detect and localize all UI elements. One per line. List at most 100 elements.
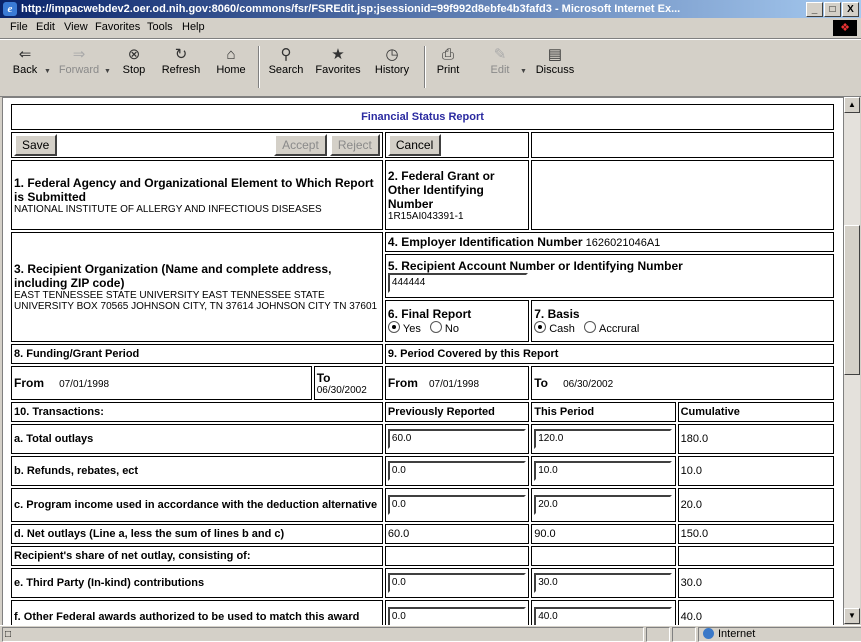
funding-to-value: 06/30/2002 — [316, 384, 367, 396]
back-dropdown-icon[interactable]: ▼ — [44, 68, 51, 75]
row-a-prev-input[interactable]: 60.0 — [387, 429, 526, 449]
page-content: Financial Status Report Save Accept Reje… — [2, 97, 844, 626]
box3-label: 3. Recipient Organization (Name and comp… — [14, 262, 332, 290]
forward-arrow-icon: ⇒ — [72, 46, 86, 63]
close-button[interactable]: X — [842, 2, 859, 17]
vertical-scrollbar[interactable]: ▲ ▼ — [844, 97, 860, 624]
box2-value: 1R15AI043391-1 — [387, 210, 464, 222]
row-d-label: d. Net outlays (Line a, less the sum of … — [11, 524, 383, 544]
accept-button[interactable]: Accept — [274, 134, 327, 156]
back-button[interactable]: ⇐ Back — [8, 46, 42, 76]
row-c-prev-input[interactable]: 0.0 — [387, 495, 526, 515]
menu-help[interactable]: Help — [182, 21, 205, 33]
row-e-prev-input[interactable]: 0.0 — [387, 573, 526, 593]
funding-from-value: 07/01/1998 — [59, 379, 110, 390]
basis-cash-radio[interactable] — [534, 321, 547, 333]
save-button[interactable]: Save — [14, 134, 58, 156]
scroll-thumb[interactable] — [844, 225, 860, 375]
history-icon: ◷ — [385, 46, 399, 63]
scroll-up-arrow-icon[interactable]: ▲ — [844, 97, 860, 113]
scroll-down-arrow-icon[interactable]: ▼ — [844, 608, 860, 624]
minimize-button[interactable]: _ — [806, 2, 823, 17]
box3-value: EAST TENNESSEE STATE UNIVERSITY EAST TEN… — [14, 290, 378, 312]
transactions-label: 10. Transactions: — [11, 402, 383, 422]
menu-edit[interactable]: Edit — [36, 21, 55, 33]
maximize-button[interactable]: □ — [824, 2, 841, 17]
discuss-icon: ▤ — [547, 46, 563, 63]
box5-label: 5. Recipient Account Number or Identifyi… — [387, 259, 683, 273]
col-previously-reported: Previously Reported — [384, 402, 530, 422]
home-icon: ⌂ — [226, 46, 236, 63]
printer-icon: ⎙ — [441, 46, 454, 63]
refresh-icon: ↻ — [174, 46, 188, 63]
browser-toolbar: ⇐ Back ▼ ⇒ Forward ▼ ⊗ Stop ↻ Refresh ⌂ Home … — [0, 39, 861, 97]
box2-label: 2. Federal Grant or Other Identifying Nu… — [387, 168, 495, 211]
box4-label: 4. Employer Identification Number — [387, 235, 583, 249]
row-e-label: e. Third Party (In-kind) contributions — [11, 568, 383, 598]
menu-view[interactable]: View — [64, 21, 88, 33]
refresh-button[interactable]: ↻ Refresh — [158, 46, 204, 76]
status-pane — [646, 627, 670, 642]
box1-value: NATIONAL INSTITUTE OF ALLERGY AND INFECT… — [14, 203, 322, 215]
menu-file[interactable]: File — [10, 21, 28, 33]
funding-from-label: From — [14, 376, 44, 390]
period-to-label: To — [534, 376, 549, 390]
history-button[interactable]: ◷ History — [370, 46, 414, 76]
recipient-account-input[interactable]: 444444 — [387, 273, 528, 293]
row-a-cumulative: 180.0 — [677, 424, 834, 454]
row-e-this-input[interactable]: 30.0 — [534, 573, 673, 593]
row-f-label: f. Other Federal awards authorized to be… — [11, 600, 383, 625]
box4-value: 1626021046A1 — [585, 237, 661, 249]
favorites-icon: ★ — [331, 46, 345, 63]
cancel-button[interactable]: Cancel — [387, 134, 442, 156]
stop-button[interactable]: ⊗ Stop — [116, 46, 152, 76]
fsr-form-table: Financial Status Report Save Accept Reje… — [9, 102, 836, 625]
security-zone: Internet — [698, 627, 861, 642]
basis-accrual-radio[interactable] — [583, 321, 596, 333]
row-c-label: c. Program income used in accordance wit… — [11, 488, 383, 522]
edit-dropdown-icon[interactable]: ▼ — [520, 68, 527, 75]
recipient-share-label: Recipient's share of net outlay, consist… — [11, 546, 383, 566]
favorites-button[interactable]: ★ Favorites — [310, 46, 366, 76]
menu-tools[interactable]: Tools — [147, 21, 173, 33]
print-button[interactable]: ⎙ Print — [428, 46, 468, 76]
col-this-period: This Period — [531, 402, 676, 422]
row-d-prev: 60.0 — [384, 524, 530, 544]
forward-dropdown-icon[interactable]: ▼ — [104, 68, 111, 75]
row-b-this-input[interactable]: 10.0 — [534, 461, 673, 481]
search-button[interactable]: ⚲ Search — [264, 46, 308, 76]
row-d-this: 90.0 — [531, 524, 676, 544]
edit-icon: ✎ — [493, 46, 507, 63]
period-to-value: 06/30/2002 — [563, 379, 614, 390]
row-b-prev-input[interactable]: 0.0 — [387, 461, 526, 481]
row-f-this-input[interactable]: 40.0 — [534, 607, 673, 625]
reject-button[interactable]: Reject — [329, 134, 380, 156]
menu-favorites[interactable]: Favorites — [95, 21, 140, 33]
menu-bar: File Edit View Favorites Tools Help ❖ — [0, 18, 861, 39]
discuss-button[interactable]: ▤ Discuss — [532, 46, 578, 76]
row-d-cumulative: 150.0 — [677, 524, 834, 544]
row-a-this-input[interactable]: 120.0 — [534, 429, 673, 449]
final-report-yes-radio[interactable] — [387, 321, 400, 333]
final-report-no-radio[interactable] — [429, 321, 442, 333]
row-c-cumulative: 20.0 — [677, 488, 834, 522]
box8-label: 8. Funding/Grant Period — [11, 344, 383, 364]
home-button[interactable]: ⌂ Home — [212, 46, 250, 76]
forward-button[interactable]: ⇒ Forward — [56, 46, 102, 76]
row-c-this-input[interactable]: 20.0 — [534, 495, 673, 515]
col-cumulative: Cumulative — [677, 402, 834, 422]
back-arrow-icon: ⇐ — [18, 46, 32, 63]
page-title: Financial Status Report — [11, 104, 834, 130]
windows-flag-icon: ❖ — [833, 20, 857, 36]
period-from-label: From — [387, 376, 418, 390]
window-title-bar: e http://impacwebdev2.oer.od.nih.gov:806… — [0, 0, 861, 18]
box7-label: 7. Basis — [534, 307, 580, 321]
status-pane — [672, 627, 696, 642]
box1-label: 1. Federal Agency and Organizational Ele… — [14, 175, 374, 204]
row-f-prev-input[interactable]: 0.0 — [387, 607, 526, 625]
search-icon: ⚲ — [280, 46, 292, 63]
status-bar: □ Internet — [0, 625, 861, 642]
stop-icon: ⊗ — [127, 46, 141, 63]
edit-button[interactable]: ✎ Edit — [480, 46, 520, 76]
window-title: http://impacwebdev2.oer.od.nih.gov:8060/… — [21, 3, 681, 15]
